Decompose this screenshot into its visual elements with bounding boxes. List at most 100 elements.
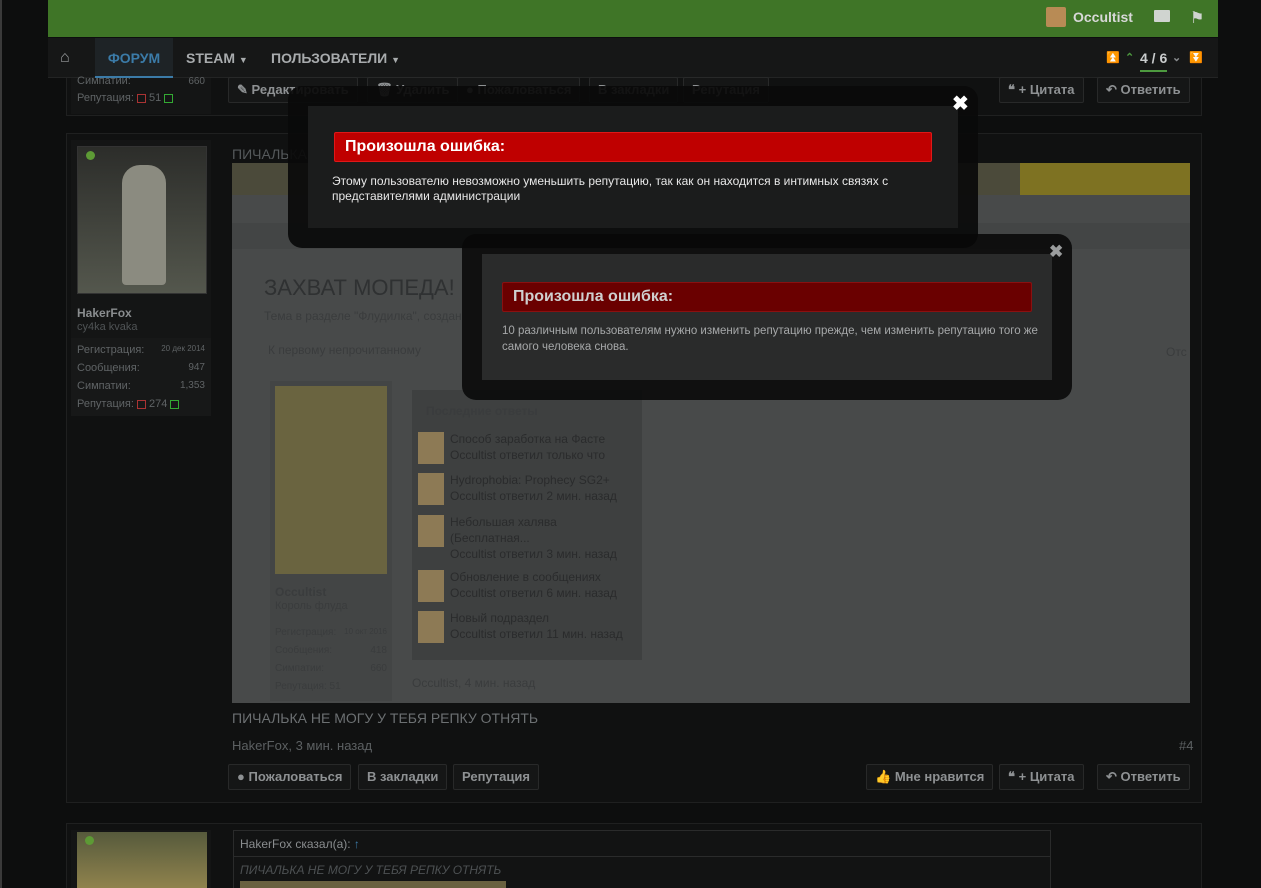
- shot-recent-meta: Occultist ответил 11 мин. назад: [450, 627, 623, 641]
- main-navbar: ⌂ ФОРУМ STEAM ▼ ПОЛЬЗОВАТЕЛИ ▼ ⏫ ⌃ 4 / 6…: [48, 38, 1218, 78]
- tab-forum[interactable]: ФОРУМ: [95, 38, 173, 78]
- error-modal-2-text-line1: 10 различным пользователям нужно изменит…: [502, 325, 1038, 337]
- quote-button[interactable]: ❝ + Цитата: [999, 77, 1084, 103]
- rep-label: Репутация:: [77, 398, 134, 410]
- user-stats: Регистрация: 20 дек 2014 Сообщения: 947 …: [71, 338, 211, 416]
- shot-footer-meta: Occultist, 4 мин. назад: [412, 676, 536, 690]
- quote-label: + Цитата: [1018, 82, 1075, 97]
- error-modal-1-title: Произошла ошибка:: [334, 132, 932, 162]
- shot-banner-ad: [1020, 163, 1190, 195]
- error-modal-1-text-line2: представителями администрации: [332, 189, 521, 203]
- stat-label: Сообщения:: [77, 362, 140, 374]
- shot-author-title: Король флуда: [275, 600, 348, 612]
- shot-recent-item: Способ заработка на Фасте Occultist ответ…: [418, 432, 638, 472]
- shot-recent-meta: Occultist ответил 6 мин. назад: [450, 586, 617, 600]
- quote-button[interactable]: ❝ + Цитата: [999, 764, 1084, 790]
- like-label: Мне нравится: [894, 769, 985, 784]
- stat-value: 1,353: [179, 380, 205, 391]
- top-bar: Occultist ⚑: [48, 0, 1218, 37]
- shot-rep-label: Репутация:: [275, 681, 327, 692]
- like-button[interactable]: 👍 Мне нравится: [866, 764, 994, 790]
- shot-thumb: [418, 611, 444, 643]
- rep-label: Репутация:: [77, 92, 134, 104]
- quote-author: HakerFox сказал(а):: [240, 837, 351, 851]
- last-page-icon[interactable]: ⏬: [1189, 38, 1203, 78]
- shot-stat-value: 10 окт 2016: [344, 627, 387, 636]
- page-counter: 4 / 6: [1140, 38, 1168, 72]
- page: Occultist ⚑ ⌂ ФОРУМ STEAM ▼ ПОЛЬЗОВАТЕЛИ…: [0, 0, 1261, 888]
- online-indicator: [85, 836, 94, 845]
- shot-recent-replies: Последние ответы Способ заработка на Фас…: [412, 390, 642, 660]
- close-icon[interactable]: ✖: [1049, 242, 1063, 262]
- quote-block: HakerFox сказал(а): ↑ ПИЧАЛЬКА НЕ МОГУ У…: [233, 830, 1051, 888]
- shot-thumb: [418, 515, 444, 547]
- flag-icon[interactable]: ⚑: [1190, 8, 1204, 28]
- reply-button[interactable]: ↶ Ответить: [1097, 764, 1190, 790]
- shot-rep-value: 51: [329, 681, 341, 692]
- home-icon[interactable]: ⌂: [60, 38, 76, 78]
- shot-recent-time: ответил только что: [499, 448, 606, 462]
- reply-button[interactable]: ↶ Ответить: [1097, 77, 1190, 103]
- shot-thumb: [418, 473, 444, 505]
- next-page-icon[interactable]: ⌄: [1172, 38, 1181, 78]
- post-meta[interactable]: HakerFox, 3 мин. назад: [232, 738, 372, 753]
- shot-thread-sub: Тема в разделе "Флудилка", создан: [264, 309, 462, 323]
- shot-recent-title: Небольшая халява: [450, 515, 557, 529]
- rep-value: 274: [149, 398, 168, 410]
- rep-value: 51: [149, 92, 162, 104]
- username-link[interactable]: Occultist: [1073, 9, 1133, 25]
- arrow-up-icon[interactable]: ↑: [354, 837, 360, 851]
- post-number[interactable]: #4: [1179, 738, 1193, 753]
- rep-plus-icon[interactable]: [164, 93, 174, 103]
- report-label: Пожаловаться: [248, 769, 343, 784]
- bookmark-button[interactable]: В закладки: [358, 764, 448, 790]
- stat-label: Репутация: 51: [77, 92, 174, 104]
- quote-header: HakerFox сказал(а): ↑: [234, 831, 1050, 857]
- shot-author: Occultist: [275, 585, 327, 599]
- error-modal-2-body: [482, 254, 1052, 380]
- user-avatar[interactable]: [77, 832, 207, 888]
- tab-steam[interactable]: STEAM ▼: [186, 38, 248, 78]
- tab-users[interactable]: ПОЛЬЗОВАТЕЛИ ▼: [271, 38, 400, 78]
- shot-thumb: [418, 570, 444, 602]
- report-button[interactable]: ● Пожаловаться: [228, 764, 352, 790]
- shot-recent-meta: Occultist ответил 3 мин. назад: [450, 547, 617, 561]
- shot-recent-item: Новый подраздел Occultist ответил 11 мин.…: [418, 611, 638, 651]
- stat-label: Симпатии:: [77, 75, 131, 87]
- shot-userinfo: Occultist Король флуда Регистрация: 10 о…: [270, 381, 392, 701]
- user-avatar[interactable]: [77, 146, 207, 294]
- shot-thumb: [418, 432, 444, 464]
- rep-plus-icon[interactable]: [170, 399, 180, 409]
- shot-thread-title: ЗАХВАТ МОПЕДА!: [264, 275, 455, 300]
- shot-recent-meta: Occultist ответил 2 мин. назад: [450, 489, 617, 503]
- reputation-button[interactable]: Репутация: [453, 764, 539, 790]
- shot-recent-time: ответил 6 мин. назад: [499, 586, 617, 600]
- rep-minus-icon[interactable]: [136, 399, 146, 409]
- first-page-icon[interactable]: ⏫: [1106, 38, 1120, 78]
- stat-value: 20 дек 2014: [161, 344, 205, 353]
- user-title: cy4ka kvaka: [77, 321, 138, 333]
- prev-page-icon[interactable]: ⌃: [1125, 38, 1134, 78]
- shot-recent-title: Обновление в сообщениях: [450, 570, 601, 584]
- stat-label: Регистрация:: [77, 344, 145, 356]
- online-indicator: [86, 151, 95, 160]
- rep-minus-icon[interactable]: [136, 93, 146, 103]
- post-userinfo: HakerFox cy4ka kvaka Регистрация: 20 дек…: [71, 140, 211, 416]
- error-modal-1: Произошла ошибка: Этому пользователю нев…: [288, 86, 978, 248]
- shot-recent-user: Occultist: [450, 448, 497, 462]
- post-author[interactable]: HakerFox: [77, 306, 132, 320]
- quote-text: ПИЧАЛЬКА НЕ МОГУ У ТЕБЯ РЕПКУ ОТНЯТЬ: [240, 863, 502, 877]
- quote-image: [240, 881, 506, 888]
- shot-recent-header: Последние ответы: [426, 404, 538, 418]
- window-edge: [0, 0, 2, 888]
- shot-stat-value: 418: [370, 645, 387, 656]
- post-userinfo: [71, 830, 211, 888]
- shot-recent-title: Новый подраздел: [450, 611, 550, 625]
- user-avatar[interactable]: [1046, 7, 1066, 27]
- error-modal-1-body: [308, 106, 958, 228]
- close-icon[interactable]: ✖: [952, 94, 969, 114]
- shot-recent-item: Небольшая халява (Бесплатная... Occultist …: [418, 515, 638, 571]
- envelope-icon[interactable]: [1154, 10, 1170, 22]
- shot-stat-label: Репутация: 51: [275, 681, 341, 692]
- shot-recent-user: Occultist: [450, 627, 497, 641]
